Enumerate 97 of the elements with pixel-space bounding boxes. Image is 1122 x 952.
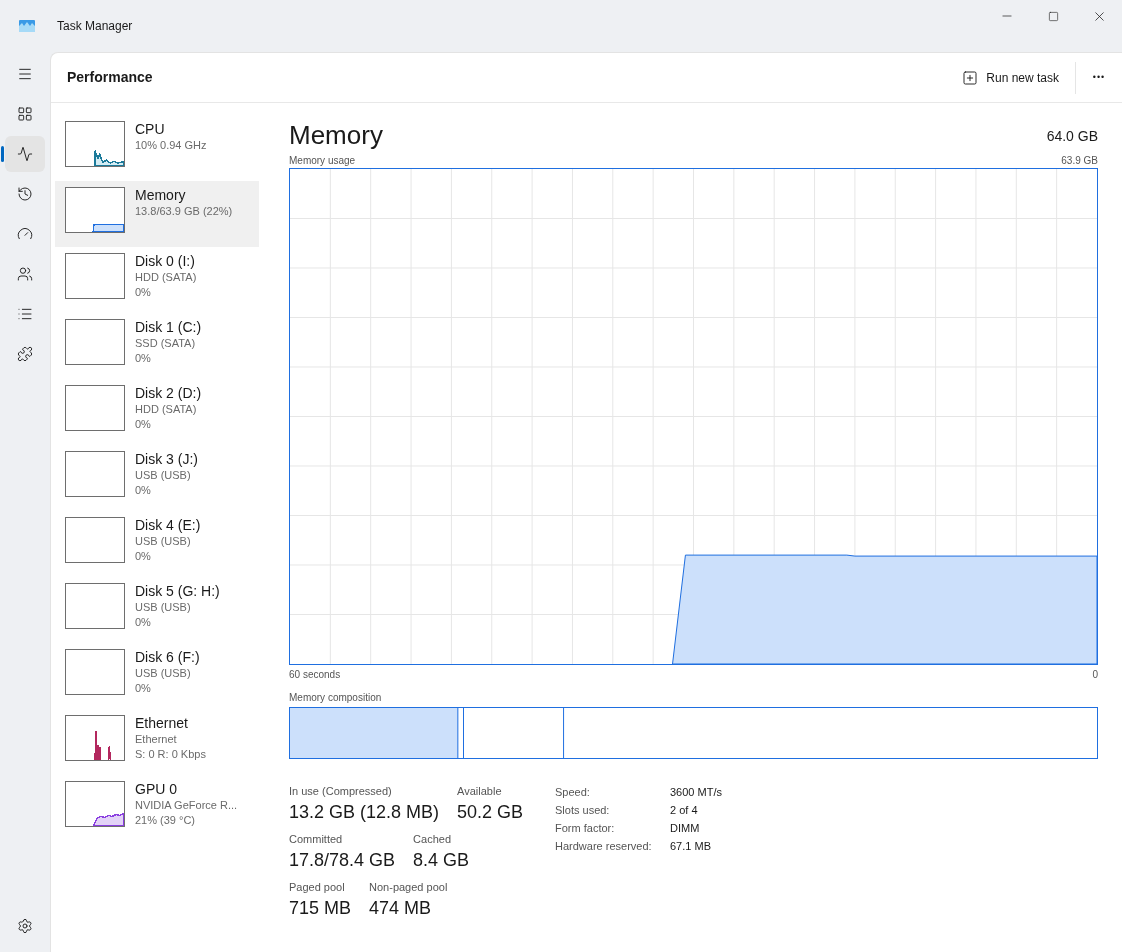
usage-thumbnail <box>65 319 125 365</box>
device-detail: 10% 0.94 GHz <box>135 138 207 153</box>
stat-label: In use (Compressed) <box>289 784 393 799</box>
stat-value: 8.4 GB <box>413 849 470 872</box>
device-detail: HDD (SATA) <box>135 270 197 285</box>
stat-value: 17.8/78.4 GB <box>289 849 396 872</box>
device-detail: 0% <box>135 681 152 696</box>
users-icon <box>17 266 33 282</box>
device-detail: USB (USB) <box>135 600 192 615</box>
usage-thumbnail <box>65 187 125 233</box>
device-name: Ethernet <box>135 714 189 732</box>
device-name: Memory <box>135 186 187 204</box>
device-list-item[interactable]: Disk 5 (G: H:) USB (USB) 0% <box>55 577 259 643</box>
spec-value: 67.1 MB <box>670 839 712 854</box>
device-name: Disk 5 (G: H:) <box>135 582 220 600</box>
stat-label: Paged pool <box>289 880 346 895</box>
app-logo-icon <box>19 20 35 32</box>
device-detail: 0% <box>135 549 152 564</box>
usage-thumbnail <box>65 781 125 827</box>
device-detail: 0% <box>135 417 152 432</box>
settings-icon <box>17 918 33 934</box>
device-list-item[interactable]: Disk 2 (D:) HDD (SATA) 0% <box>55 379 259 445</box>
device-detail: S: 0 R: 0 Kbps <box>135 747 206 762</box>
time-axis-label: 0 <box>1092 668 1098 682</box>
stat-value: 50.2 GB <box>457 801 524 824</box>
spec-label: Form factor: <box>555 821 616 836</box>
grid-icon <box>17 106 33 122</box>
stat-value: 474 MB <box>369 897 433 920</box>
menu-icon <box>17 66 33 82</box>
spec-label: Slots used: <box>555 803 611 818</box>
device-list-item[interactable]: CPU 10% 0.94 GHz <box>55 115 259 181</box>
device-list-item[interactable]: GPU 0 NVIDIA GeForce R... 21% (39 °C) <box>55 775 259 841</box>
usage-thumbnail <box>65 517 125 563</box>
total-memory: 64.0 GB <box>1046 127 1098 146</box>
chart-max-label: 63.9 GB <box>1061 154 1098 168</box>
device-list-item[interactable]: Disk 4 (E:) USB (USB) 0% <box>55 511 259 577</box>
page-title: Performance <box>67 68 153 87</box>
usage-thumbnail <box>65 583 125 629</box>
run-new-task-button[interactable]: Run new task <box>954 61 1067 94</box>
usage-thumbnail <box>65 253 125 299</box>
device-name: Disk 3 (J:) <box>135 450 198 468</box>
device-list-item[interactable]: Memory 13.8/63.9 GB (22%) <box>55 181 259 247</box>
device-name: Disk 6 (F:) <box>135 648 200 666</box>
device-detail: USB (USB) <box>135 666 192 681</box>
device-detail: USB (USB) <box>135 534 192 549</box>
stat-value: 715 MB <box>289 897 352 920</box>
usage-thumbnail <box>65 451 125 497</box>
device-name: Disk 1 (C:) <box>135 318 202 336</box>
chart-label: Memory composition <box>289 691 383 705</box>
device-detail: 0% <box>135 615 152 630</box>
puzzle-icon <box>17 346 33 362</box>
device-detail: Ethernet <box>135 732 178 747</box>
device-list-item[interactable]: Disk 6 (F:) USB (USB) 0% <box>55 643 259 709</box>
device-detail: NVIDIA GeForce R... <box>135 798 238 813</box>
spec-value: DIMM <box>670 821 701 836</box>
usage-thumbnail <box>65 121 125 167</box>
spec-label: Speed: <box>555 785 591 800</box>
spec-label: Hardware reserved: <box>555 839 653 854</box>
usage-thumbnail <box>65 715 125 761</box>
time-axis-label: 60 seconds <box>289 668 341 682</box>
stat-label: Available <box>457 784 503 799</box>
device-detail: 21% (39 °C) <box>135 813 197 828</box>
usage-thumbnail <box>65 649 125 695</box>
maximize-icon <box>1047 10 1059 22</box>
device-name: Disk 2 (D:) <box>135 384 202 402</box>
section-title: Memory <box>289 119 383 151</box>
stat-label: Committed <box>289 832 344 847</box>
usage-thumbnail <box>65 385 125 431</box>
device-detail: HDD (SATA) <box>135 402 198 417</box>
speedometer-icon <box>17 226 33 242</box>
device-name: Disk 0 (I:) <box>135 252 196 270</box>
device-list-item[interactable]: Disk 0 (I:) HDD (SATA) 0% <box>55 247 259 313</box>
stat-value: 13.2 GB (12.8 MB) <box>289 801 440 824</box>
device-list-item[interactable]: Disk 1 (C:) SSD (SATA) 0% <box>55 313 259 379</box>
stat-label: Non-paged pool <box>369 880 448 895</box>
device-detail: 0% <box>135 351 152 366</box>
device-detail: 13.8/63.9 GB (22%) <box>135 204 233 219</box>
list-icon <box>17 306 33 322</box>
device-detail: SSD (SATA) <box>135 336 197 351</box>
device-name: CPU <box>135 120 166 138</box>
spec-value: 2 of 4 <box>670 803 699 818</box>
device-detail: USB (USB) <box>135 468 192 483</box>
spec-value: 3600 MT/s <box>670 785 722 800</box>
device-name: GPU 0 <box>135 780 178 798</box>
clock-history-icon <box>17 186 33 202</box>
new-task-icon <box>962 69 979 86</box>
chart-label: Memory usage <box>289 154 356 168</box>
device-list-item[interactable]: Ethernet Ethernet S: 0 R: 0 Kbps <box>55 709 259 775</box>
pulse-icon <box>17 146 33 162</box>
device-detail: 0% <box>135 483 152 498</box>
window-title: Task Manager <box>57 18 133 35</box>
stat-label: Cached <box>413 832 452 847</box>
device-list-item[interactable]: Disk 3 (J:) USB (USB) 0% <box>55 445 259 511</box>
selection-indicator <box>1 146 4 162</box>
more-button[interactable]: ••• <box>1084 61 1114 94</box>
device-name: Disk 4 (E:) <box>135 516 201 534</box>
device-detail: 0% <box>135 285 152 300</box>
